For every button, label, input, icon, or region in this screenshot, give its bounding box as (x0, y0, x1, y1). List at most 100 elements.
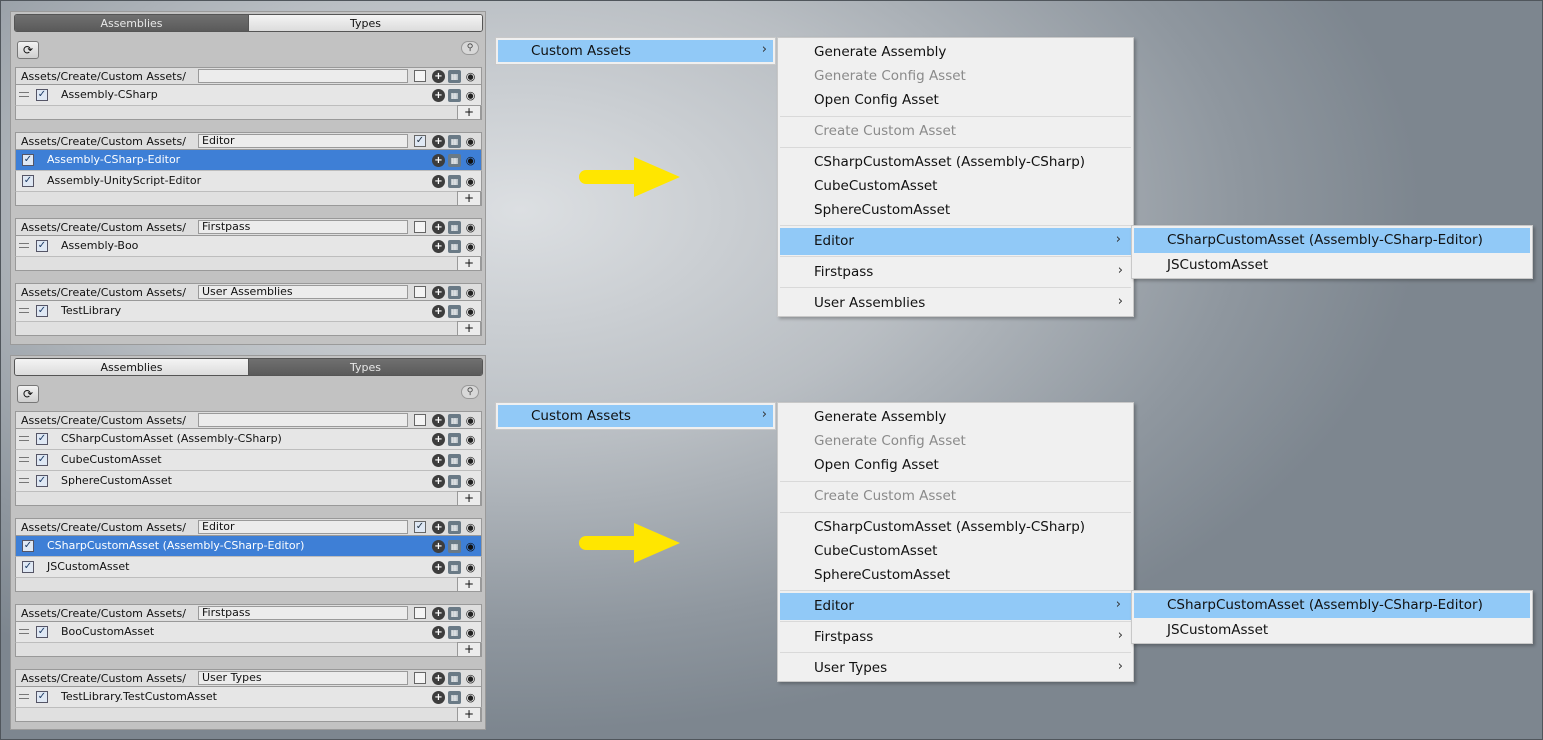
tab-assemblies[interactable]: Assemblies (15, 359, 248, 375)
menu-item[interactable]: Generate Assembly (778, 41, 1133, 65)
grid-icon[interactable]: ▦ (448, 89, 461, 102)
eye-icon[interactable]: ◉ (464, 561, 477, 574)
grid-icon[interactable]: ▦ (448, 154, 461, 167)
row-checkbox[interactable]: ✓ (36, 475, 48, 487)
grid-icon[interactable]: ▦ (448, 521, 461, 534)
grid-icon[interactable]: ▦ (448, 286, 461, 299)
row-checkbox[interactable]: ✓ (36, 305, 48, 317)
grid-icon[interactable]: ▦ (448, 70, 461, 83)
grid-icon[interactable]: ▦ (448, 626, 461, 639)
grid-icon[interactable]: ▦ (448, 475, 461, 488)
add-button[interactable]: + (457, 707, 481, 722)
plus-icon[interactable]: + (432, 561, 445, 574)
row-checkbox[interactable]: ✓ (36, 626, 48, 638)
eye-icon[interactable]: ◉ (464, 89, 477, 102)
list-item[interactable]: ✓ Assembly-UnityScript-Editor + ▦ ◉ (15, 171, 482, 192)
grid-icon[interactable]: ▦ (448, 561, 461, 574)
menu-item[interactable]: CubeCustomAsset (778, 175, 1133, 199)
plus-icon[interactable]: + (432, 433, 445, 446)
eye-icon[interactable]: ◉ (464, 135, 477, 148)
group-checkbox[interactable] (414, 70, 426, 82)
grid-icon[interactable]: ▦ (448, 414, 461, 427)
list-item[interactable]: ✓ Assembly-CSharp + ▦ ◉ (15, 85, 482, 106)
plus-icon[interactable]: + (432, 221, 445, 234)
search-icon[interactable]: ⚲ (461, 41, 479, 55)
group-checkbox[interactable] (414, 221, 426, 233)
plus-icon[interactable]: + (432, 626, 445, 639)
list-item[interactable]: ✓ Assembly-Boo + ▦ ◉ (15, 236, 482, 257)
plus-icon[interactable]: + (432, 454, 445, 467)
grid-icon[interactable]: ▦ (448, 433, 461, 446)
group-name-field[interactable] (198, 69, 408, 83)
list-item[interactable]: ✓ TestLibrary.TestCustomAsset + ▦ ◉ (15, 687, 482, 708)
list-item[interactable]: ✓ SphereCustomAsset + ▦ ◉ (15, 471, 482, 492)
menu-item[interactable]: CSharpCustomAsset (Assembly-CSharp) (778, 151, 1133, 175)
group-name-field[interactable]: User Types (198, 671, 408, 685)
add-button[interactable]: + (457, 191, 481, 206)
tab-types[interactable]: Types (248, 359, 482, 375)
list-item[interactable]: ✓ JSCustomAsset + ▦ ◉ (15, 557, 482, 578)
grid-icon[interactable]: ▦ (448, 240, 461, 253)
drag-handle[interactable] (19, 308, 29, 313)
eye-icon[interactable]: ◉ (464, 475, 477, 488)
add-button[interactable]: + (457, 105, 481, 120)
grid-icon[interactable]: ▦ (448, 175, 461, 188)
drag-handle[interactable] (19, 629, 29, 634)
grid-icon[interactable]: ▦ (448, 672, 461, 685)
eye-icon[interactable]: ◉ (464, 240, 477, 253)
row-checkbox[interactable]: ✓ (36, 454, 48, 466)
group-checkbox[interactable] (414, 286, 426, 298)
submenu-item[interactable]: CSharpCustomAsset (Assembly-CSharp-Edito… (1134, 593, 1530, 618)
add-button[interactable]: + (457, 491, 481, 506)
menu-item[interactable]: SphereCustomAsset (778, 199, 1133, 223)
eye-icon[interactable]: ◉ (464, 672, 477, 685)
group-name-field[interactable]: Firstpass (198, 220, 408, 234)
plus-icon[interactable]: + (432, 475, 445, 488)
drag-handle[interactable] (19, 457, 29, 462)
plus-icon[interactable]: + (432, 305, 445, 318)
list-item[interactable]: ✓ BooCustomAsset + ▦ ◉ (15, 622, 482, 643)
plus-icon[interactable]: + (432, 175, 445, 188)
eye-icon[interactable]: ◉ (464, 454, 477, 467)
eye-icon[interactable]: ◉ (464, 607, 477, 620)
row-checkbox[interactable]: ✓ (36, 691, 48, 703)
plus-icon[interactable]: + (432, 521, 445, 534)
menu-item[interactable]: CubeCustomAsset (778, 540, 1133, 564)
menu-item-editor[interactable]: Editor › (780, 593, 1131, 620)
add-button[interactable]: + (457, 642, 481, 657)
submenu-item[interactable]: JSCustomAsset (1132, 618, 1532, 643)
submenu-item[interactable]: JSCustomAsset (1132, 253, 1532, 278)
drag-handle[interactable] (19, 478, 29, 483)
plus-icon[interactable]: + (432, 154, 445, 167)
plus-icon[interactable]: + (432, 89, 445, 102)
refresh-button[interactable]: ⟳ (17, 41, 39, 59)
row-checkbox[interactable]: ✓ (22, 561, 34, 573)
plus-icon[interactable]: + (432, 607, 445, 620)
grid-icon[interactable]: ▦ (448, 607, 461, 620)
row-checkbox[interactable]: ✓ (22, 154, 34, 166)
plus-icon[interactable]: + (432, 540, 445, 553)
tab-types[interactable]: Types (248, 15, 482, 31)
grid-icon[interactable]: ▦ (448, 305, 461, 318)
menu-item[interactable]: Open Config Asset (778, 454, 1133, 478)
add-button[interactable]: + (457, 256, 481, 271)
grid-icon[interactable]: ▦ (448, 454, 461, 467)
eye-icon[interactable]: ◉ (464, 414, 477, 427)
tab-assemblies[interactable]: Assemblies (15, 15, 248, 31)
row-checkbox[interactable]: ✓ (36, 89, 48, 101)
drag-handle[interactable] (19, 694, 29, 699)
plus-icon[interactable]: + (432, 286, 445, 299)
menu-item[interactable]: CSharpCustomAsset (Assembly-CSharp) (778, 516, 1133, 540)
drag-handle[interactable] (19, 436, 29, 441)
grid-icon[interactable]: ▦ (448, 691, 461, 704)
drag-handle[interactable] (19, 92, 29, 97)
grid-icon[interactable]: ▦ (448, 221, 461, 234)
menu-item-editor[interactable]: Editor › (780, 228, 1131, 255)
menu-item-firstpass[interactable]: Firstpass › (778, 624, 1133, 651)
eye-icon[interactable]: ◉ (464, 70, 477, 83)
plus-icon[interactable]: + (432, 672, 445, 685)
list-item[interactable]: ✓ CSharpCustomAsset (Assembly-CSharp-Edi… (15, 536, 482, 557)
menu-item-user-types[interactable]: User Types › (778, 655, 1133, 682)
eye-icon[interactable]: ◉ (464, 175, 477, 188)
eye-icon[interactable]: ◉ (464, 521, 477, 534)
